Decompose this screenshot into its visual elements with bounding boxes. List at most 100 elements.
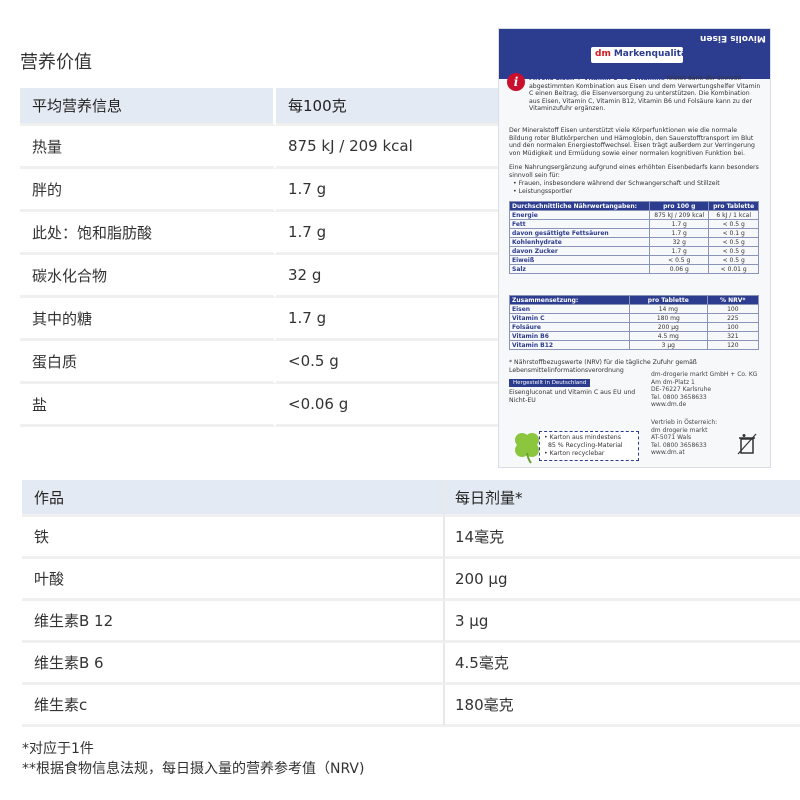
nutrient-name: 胖的 [20, 169, 276, 212]
box-table-cell: Vitamin C [508, 313, 631, 323]
box-table-cell: davon gesättigte Fettsäuren [508, 228, 651, 238]
table-row: 叶酸 200 µg [22, 559, 800, 601]
box-table-cell: 1.7 g [649, 228, 710, 238]
table-row: 铁 14毫克 [22, 517, 800, 559]
nutrient-name: 热量 [20, 126, 276, 169]
box-table-cell: 32 g [649, 237, 710, 247]
table-row: 此处：饱和脂肪酸 1.7 g [20, 212, 500, 255]
box-table-cell: 6 kJ / 1 kcal [708, 210, 759, 220]
box-flap-text: Mivolis Eisen [700, 33, 766, 43]
ingredient-dose: 180毫克 [445, 685, 800, 727]
address-line: Am dm-Platz 1 [651, 378, 695, 386]
product-box-image: Mivolis Eisen dm Markenqualität i Mivolis… [498, 28, 771, 468]
address-line: www.dm.de [651, 401, 687, 408]
box-table-cell: Vitamin B12 [508, 340, 631, 350]
recycling-line: 85 % Recycling-Material [544, 442, 634, 450]
box-table-cell: < 0.5 g [708, 219, 759, 229]
quality-label-text: Markenqualität [613, 49, 692, 59]
nutrient-value: 875 kJ / 209 kcal [276, 126, 500, 169]
box-table-cell: Eisen [508, 304, 631, 314]
box-table-cell: Folsäure [508, 322, 631, 332]
box-table-cell: 1.7 g [649, 246, 710, 256]
ingredient-dose: 4.5毫克 [445, 643, 800, 685]
box-composition-table: Zusammensetzung: pro Tablette% NRV* Eisen… [508, 295, 760, 350]
recycling-line: • Karton recyclebar [544, 450, 605, 457]
box-table-cell: Energie [508, 210, 651, 220]
box-table-cell: < 0.01 g [708, 264, 759, 274]
box-table-cell: Kohlenhydrate [508, 237, 651, 247]
box-table-cell: 0.06 g [649, 264, 710, 274]
address-line: Vertrieb in Österreich: [651, 419, 718, 426]
box-table-cell: 14 mg [629, 304, 708, 314]
table-row: 维生素B 6 4.5毫克 [22, 643, 800, 685]
dm-logo: dm [595, 49, 611, 59]
info-icon: i [507, 73, 525, 91]
footnote: **根据食物信息法规，每日摄入量的营养参考值（NRV) [22, 761, 365, 777]
address-line: AT-5071 Wals [651, 434, 692, 441]
table-header-row: 平均营养信息 每100克 [20, 88, 500, 126]
address-line: dm-drogerie markt GmbH + Co. KG [651, 371, 758, 378]
ingredient-dose: 3 µg [445, 601, 800, 643]
box-table-cell: 100 [706, 322, 760, 332]
box-table-cell: Salz [508, 264, 651, 274]
column-header: 每100克 [276, 88, 500, 126]
box-table-header: pro 100 g [649, 201, 710, 211]
table-row: 盐 <0.06 g [20, 384, 500, 427]
box-table-cell: 100 [706, 304, 760, 314]
box-table-cell: 180 mg [629, 313, 708, 323]
ingredient-name: 铁 [22, 517, 445, 559]
table-header-row: 作品 每日剂量* [22, 480, 800, 517]
box-table-cell: 200 µg [629, 322, 708, 332]
box-paragraph: Eine Nahrungsergänzung aufgrund eines er… [509, 164, 759, 179]
ingredient-dose: 200 µg [445, 559, 800, 601]
column-header: 作品 [22, 480, 445, 517]
box-table-header: % NRV* [706, 295, 760, 305]
box-table-cell: < 0.5 g [649, 255, 710, 265]
address-austria: Vertrieb in Österreich: dm drogerie mark… [651, 419, 717, 457]
table-row: 维生素c 180毫克 [22, 685, 800, 727]
address-line: Tel. 0800 3658633 [651, 441, 707, 449]
recycling-info: • Karton aus mindestens 85 % Recycling-M… [539, 431, 639, 461]
address-line: www.dm.at [651, 449, 685, 456]
table-row: 热量 875 kJ / 209 kcal [20, 126, 500, 169]
recycling-line-text: Karton recyclebar [549, 450, 605, 457]
table-row: 碳水化合物 32 g [20, 255, 500, 298]
box-table-cell: 321 [706, 331, 760, 341]
box-intro-lead: Mivolis Eisen + Vitamin C + B-Vitamine [529, 75, 665, 82]
box-table-header: Durchschnittliche Nährwertangaben: [508, 201, 651, 211]
nutrient-name: 此处：饱和脂肪酸 [20, 212, 276, 255]
box-table-cell: 4.5 mg [629, 331, 708, 341]
box-table-cell: 3 µg [629, 340, 708, 350]
nutrient-value: 1.7 g [276, 169, 500, 212]
ingredient-dose: 14毫克 [445, 517, 800, 559]
box-bullet-text: Leistungssportler [518, 188, 573, 195]
box-table-cell: Vitamin B6 [508, 331, 631, 341]
ingredient-name: 叶酸 [22, 559, 445, 601]
nutrient-value: 1.7 g [276, 298, 500, 341]
column-header: 平均营养信息 [20, 88, 276, 126]
address-line: Tel. 0800 3658633 [651, 393, 707, 401]
recycling-line: • Karton aus mindestens [544, 434, 621, 441]
recycling-line-text: 85 % Recycling-Material [547, 442, 623, 449]
box-table-header: pro Tablette [629, 295, 708, 305]
nutrient-value: 1.7 g [276, 212, 500, 255]
recycling-line-text: Karton aus mindestens [549, 434, 621, 441]
ingredient-name: 维生素c [22, 685, 445, 727]
box-table-cell: Fett [508, 219, 651, 229]
box-table-cell: davon Zucker [508, 246, 651, 256]
box-bullet: • Leistungssportler [513, 188, 573, 195]
nutrient-value: <0.5 g [276, 341, 500, 384]
box-table-cell: 875 kJ / 209 kcal [649, 210, 710, 220]
box-paragraph: Der Mineralstoff Eisen unterstützt viele… [509, 127, 755, 157]
ingredients-table: 作品 每日剂量* 铁 14毫克 叶酸 200 µg 维生素B 12 3 µg 维生素B… [22, 480, 800, 727]
table-row: 其中的糖 1.7 g [20, 298, 500, 341]
nutrition-table: 平均营养信息 每100克 热量 875 kJ / 209 kcal 胖的 1.7 g… [20, 88, 500, 427]
address-germany: dm-drogerie markt GmbH + Co. KG Am dm-Pl… [651, 371, 757, 409]
nutrient-name: 碳水化合物 [20, 255, 276, 298]
box-table-cell: Eiweiß [508, 255, 651, 265]
box-bullet: • Frauen, insbesondere während der Schwa… [513, 180, 720, 187]
box-table-header: Zusammensetzung: [508, 295, 631, 305]
box-table-cell: < 0.5 g [708, 255, 759, 265]
table-row: 维生素B 12 3 µg [22, 601, 800, 643]
quality-label: dm Markenqualität [591, 47, 691, 63]
